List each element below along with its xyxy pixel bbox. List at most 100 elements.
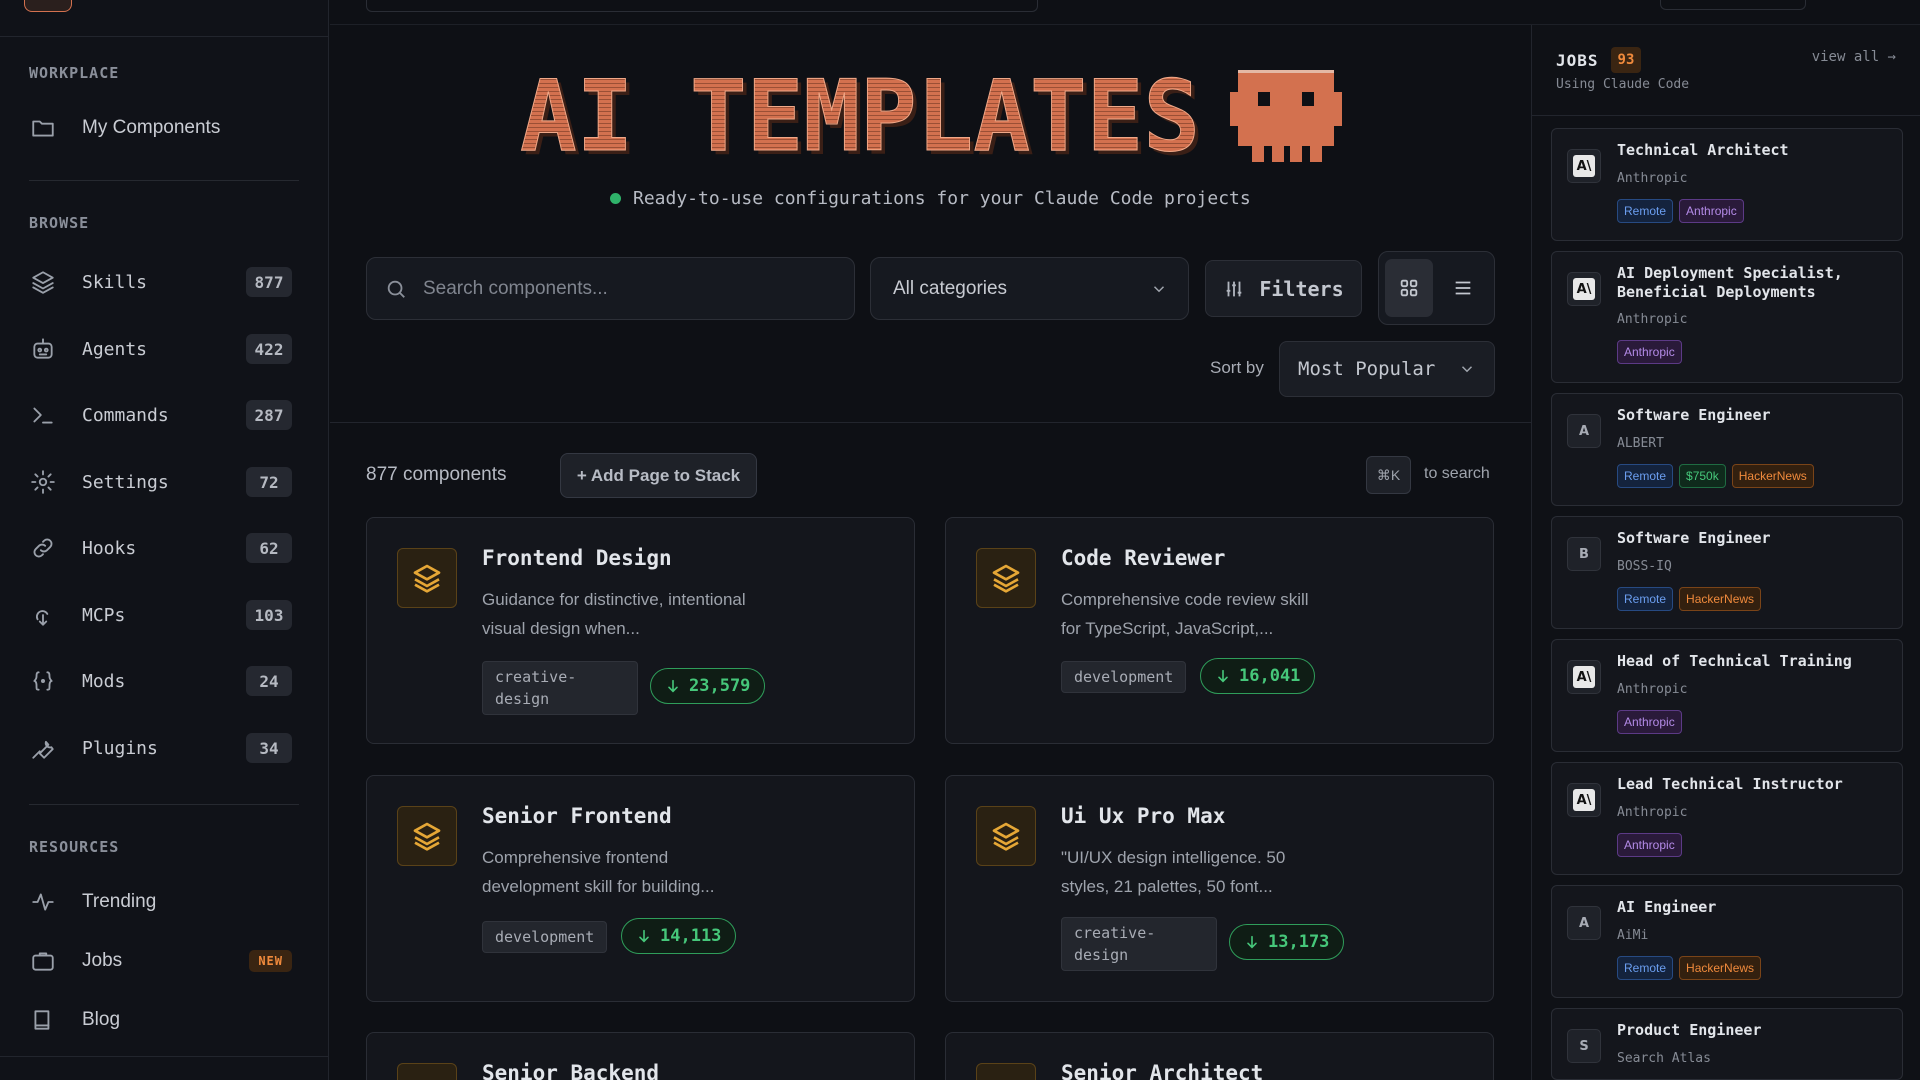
tagline-text: Ready-to-use configurations for your Cla… — [633, 188, 1251, 209]
grid-view-button[interactable] — [1385, 259, 1433, 317]
job-card[interactable]: A AI Engineer AiMi Remote HackerNews — [1551, 885, 1903, 998]
sort-select[interactable]: Most Popular — [1279, 341, 1495, 397]
logo-button[interactable] — [24, 0, 72, 12]
divider — [29, 804, 299, 805]
sidebar-item-mods[interactable]: Mods 24 — [30, 661, 292, 701]
arrow-down-icon — [639, 929, 649, 943]
sort-label: Sort by — [1210, 358, 1264, 377]
list-icon — [1455, 281, 1471, 295]
wrench-icon — [30, 734, 70, 762]
section-resources: RESOURCES — [29, 838, 120, 856]
tag-anthropic: Anthropic — [1679, 199, 1744, 223]
job-tags: Remote HackerNews — [1617, 956, 1762, 980]
company-logo-icon: A — [1567, 414, 1601, 448]
component-card[interactable]: Frontend Design Guidance for distinctive… — [366, 517, 915, 744]
category-select[interactable]: All categories — [870, 257, 1189, 320]
job-card[interactable]: A\ Lead Technical Instructor Anthropic A… — [1551, 762, 1903, 875]
tag-remote: Remote — [1617, 956, 1674, 980]
filters-button[interactable]: Filters — [1205, 260, 1362, 317]
section-workplace: WORKPLACE — [29, 64, 120, 82]
job-company: Anthropic — [1617, 682, 1688, 697]
hero-title-text: AI TEMPLATES — [520, 64, 1200, 164]
sidebar-item-blog[interactable]: Blog — [30, 1000, 292, 1040]
chevron-down-icon — [1461, 366, 1473, 373]
tag-remote: Remote — [1617, 464, 1674, 488]
search-icon — [387, 280, 405, 298]
card-tag[interactable]: creative-design — [1061, 917, 1217, 971]
sidebar-item-plugins[interactable]: Plugins 34 — [30, 728, 292, 768]
job-company: ALBERT — [1617, 436, 1664, 451]
sidebar-item-commands[interactable]: Commands 287 — [30, 395, 292, 435]
divider — [1532, 115, 1920, 116]
list-view-button[interactable] — [1439, 259, 1487, 317]
sidebar-item-jobs[interactable]: Jobs NEW — [30, 941, 292, 981]
component-card[interactable]: Senior Backend — [366, 1032, 915, 1080]
count-badge: 103 — [246, 600, 292, 630]
count-badge: 877 — [246, 267, 292, 297]
sidebar-item-label: Commands — [82, 404, 169, 426]
job-card[interactable]: A\ Technical Architect Anthropic Remote … — [1551, 128, 1903, 241]
view-all-link[interactable]: view all → — [1812, 49, 1896, 65]
card-tag[interactable]: creative-design — [482, 661, 638, 715]
company-logo-icon: S — [1567, 1029, 1601, 1063]
robot-icon — [30, 335, 70, 363]
card-tag[interactable]: development — [482, 921, 608, 953]
jobs-panel: JOBS 93 Using Claude Code view all → A\ … — [1531, 25, 1920, 1080]
tag-remote: Remote — [1617, 587, 1674, 611]
sidebar-item-label: Skills — [82, 271, 148, 293]
job-tags: Remote $750k HackerNews — [1617, 464, 1814, 488]
job-title: Technical Architect — [1617, 141, 1789, 159]
category-value: All categories — [893, 277, 1008, 299]
sidebar-item-settings[interactable]: Settings 72 — [30, 462, 292, 502]
job-title: Software Engineer — [1617, 406, 1771, 424]
job-card[interactable]: B Software Engineer BOSS-IQ Remote Hacke… — [1551, 516, 1903, 629]
sidebar-item-trending[interactable]: Trending — [30, 882, 292, 922]
top-action-button[interactable] — [1660, 0, 1806, 10]
download-count-value: 16,041 — [1239, 666, 1301, 686]
terminal-icon — [30, 401, 70, 429]
filters-label: Filters — [1259, 276, 1344, 301]
sidebar-item-label: Agents — [82, 338, 148, 360]
component-card[interactable]: Senior Frontend Comprehensive frontend d… — [366, 775, 915, 1002]
new-badge: NEW — [249, 950, 292, 972]
card-description: "UI/UX design intelligence. 50 styles, 2… — [1061, 848, 1286, 896]
component-card[interactable]: Ui Ux Pro Max "UI/UX design intelligence… — [945, 775, 1494, 1002]
job-title: Product Engineer — [1617, 1021, 1762, 1039]
add-page-to-stack-button[interactable]: + Add Page to Stack — [560, 453, 757, 498]
sidebar-item-label: Trending — [82, 891, 157, 912]
sidebar-item-my-components[interactable]: My Components — [30, 108, 292, 148]
card-title: Code Reviewer — [1061, 546, 1226, 570]
tag-remote: Remote — [1617, 199, 1674, 223]
job-card[interactable]: A\ AI Deployment Specialist, Beneficial … — [1551, 251, 1903, 383]
top-search-bar[interactable] — [366, 0, 1038, 12]
job-card[interactable]: S Product Engineer Search Atlas — [1551, 1008, 1903, 1080]
sidebar-item-agents[interactable]: Agents 422 — [30, 329, 292, 369]
layers-icon — [397, 806, 457, 866]
chevron-down-icon — [1153, 285, 1165, 292]
job-card[interactable]: A\ Head of Technical Training Anthropic … — [1551, 639, 1903, 752]
layers-icon — [30, 268, 70, 296]
sidebar-item-hooks[interactable]: Hooks 62 — [30, 528, 292, 568]
sidebar-item-mcps[interactable]: MCPs 103 — [30, 595, 292, 635]
activity-icon — [30, 888, 70, 916]
tag-anthropic: Anthropic — [1617, 340, 1682, 364]
component-card[interactable]: Senior Architect — [945, 1032, 1494, 1080]
download-count: 16,041 — [1200, 658, 1316, 694]
tag-hackernews: HackerNews — [1731, 464, 1814, 488]
search-input[interactable] — [423, 277, 823, 300]
book-icon — [30, 1006, 70, 1034]
company-logo-icon: A\ — [1567, 660, 1601, 694]
job-tags: Anthropic — [1617, 340, 1682, 364]
count-badge: 422 — [246, 334, 292, 364]
grid-icon — [1400, 279, 1418, 297]
layers-icon — [397, 1063, 457, 1080]
card-description: Comprehensive code review skill for Type… — [1061, 590, 1309, 638]
card-tag[interactable]: development — [1061, 661, 1187, 693]
sidebar-item-skills[interactable]: Skills 877 — [30, 262, 292, 302]
job-card[interactable]: A Software Engineer ALBERT Remote $750k … — [1551, 393, 1903, 506]
tag-hackernews: HackerNews — [1679, 956, 1762, 980]
company-logo-icon: B — [1567, 537, 1601, 571]
search-box[interactable] — [366, 257, 855, 320]
component-card[interactable]: Code Reviewer Comprehensive code review … — [945, 517, 1494, 744]
download-count-value: 13,173 — [1268, 932, 1330, 952]
